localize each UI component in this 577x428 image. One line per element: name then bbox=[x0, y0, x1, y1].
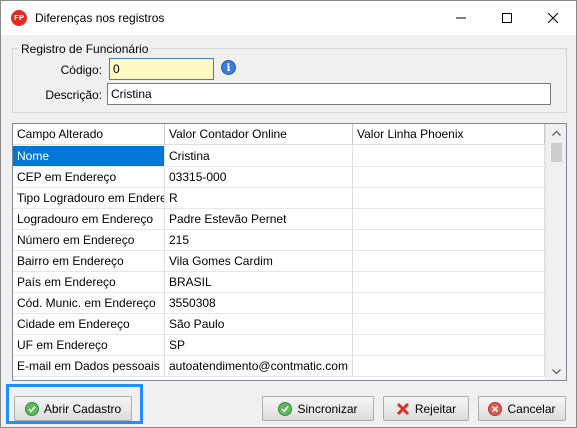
cancel-circle-icon bbox=[488, 401, 503, 416]
check-circle-icon bbox=[278, 401, 293, 416]
table-cell[interactable]: 3550308 bbox=[165, 293, 353, 313]
codigo-label: Código: bbox=[60, 63, 102, 77]
grid-header: Campo Alterado Valor Contador Online Val… bbox=[13, 124, 545, 145]
maximize-button[interactable] bbox=[484, 1, 530, 35]
table-cell[interactable]: 215 bbox=[165, 230, 353, 250]
abrir-cadastro-label: Abrir Cadastro bbox=[43, 401, 122, 416]
table-row[interactable]: Tipo Logradouro em Endere R bbox=[13, 188, 545, 209]
table-cell[interactable] bbox=[353, 293, 545, 313]
table-cell[interactable]: BRASIL bbox=[165, 272, 353, 292]
sincronizar-button[interactable]: Sincronizar bbox=[262, 396, 374, 421]
table-cell[interactable] bbox=[353, 146, 545, 166]
table-row[interactable]: Nome Cristina bbox=[13, 146, 545, 167]
table-cell[interactable] bbox=[353, 209, 545, 229]
table-cell[interactable]: Cristina bbox=[165, 146, 353, 166]
table-cell[interactable]: Cidade em Endereço bbox=[13, 314, 165, 334]
close-icon bbox=[548, 13, 558, 23]
red-x-icon bbox=[396, 402, 410, 416]
table-row[interactable]: Bairro em Endereço Vila Gomes Cardim bbox=[13, 251, 545, 272]
table-cell[interactable]: SP bbox=[165, 335, 353, 355]
table-cell[interactable]: CEP em Endereço bbox=[13, 167, 165, 187]
chevron-down-icon bbox=[552, 368, 561, 374]
table-cell[interactable] bbox=[353, 251, 545, 271]
descricao-field[interactable]: Cristina bbox=[107, 83, 551, 105]
maximize-icon bbox=[502, 13, 512, 23]
table-cell[interactable]: São Paulo bbox=[165, 314, 353, 334]
table-cell[interactable]: 03315-000 bbox=[165, 167, 353, 187]
table-row[interactable]: Cidade em Endereço São Paulo bbox=[13, 314, 545, 335]
table-row[interactable]: Logradouro em Endereço Padre Estevão Pern… bbox=[13, 209, 545, 230]
table-row[interactable]: País em Endereço BRASIL bbox=[13, 272, 545, 293]
scroll-down-button[interactable] bbox=[546, 363, 566, 380]
close-button[interactable] bbox=[530, 1, 576, 35]
sincronizar-label: Sincronizar bbox=[297, 401, 358, 416]
title-bar[interactable]: FP Diferenças nos registros bbox=[1, 1, 576, 35]
rejeitar-label: Rejeitar bbox=[414, 401, 457, 416]
minimize-icon bbox=[456, 17, 466, 19]
table-cell[interactable] bbox=[353, 335, 545, 355]
table-cell[interactable]: Tipo Logradouro em Endere bbox=[13, 188, 165, 208]
window-title: Diferenças nos registros bbox=[35, 11, 165, 25]
table-cell[interactable]: autoatendimento@contmatic.com bbox=[165, 356, 353, 376]
scroll-up-button[interactable] bbox=[546, 124, 566, 141]
table-cell[interactable]: E-mail em Dados pessoais bbox=[13, 356, 165, 376]
table-cell[interactable]: Número em Endereço bbox=[13, 230, 165, 250]
minimize-button[interactable] bbox=[438, 1, 484, 35]
table-cell[interactable]: Bairro em Endereço bbox=[13, 251, 165, 271]
column-header-phoenix[interactable]: Valor Linha Phoenix bbox=[353, 124, 545, 145]
rejeitar-button[interactable]: Rejeitar bbox=[383, 396, 469, 421]
abrir-cadastro-button[interactable]: Abrir Cadastro bbox=[14, 396, 132, 421]
table-cell[interactable]: Nome bbox=[13, 146, 165, 166]
table-cell[interactable]: Vila Gomes Cardim bbox=[165, 251, 353, 271]
cancelar-label: Cancelar bbox=[507, 401, 556, 416]
column-header-campo[interactable]: Campo Alterado bbox=[13, 124, 165, 145]
table-cell[interactable]: Logradouro em Endereço bbox=[13, 209, 165, 229]
dialog-window: FP Diferenças nos registros Registro de … bbox=[0, 0, 577, 428]
table-cell[interactable]: País em Endereço bbox=[13, 272, 165, 292]
column-header-contador[interactable]: Valor Contador Online bbox=[165, 124, 353, 145]
table-row[interactable]: CEP em Endereço 03315-000 bbox=[13, 167, 545, 188]
grid-body: Nome Cristina CEP em Endereço 03315-000 Tipo… bbox=[13, 146, 545, 377]
table-row[interactable]: Número em Endereço 215 bbox=[13, 230, 545, 251]
table-cell[interactable] bbox=[353, 356, 545, 376]
chevron-up-icon bbox=[552, 130, 561, 136]
table-row[interactable]: UF em Endereço SP bbox=[13, 335, 545, 356]
table-cell[interactable]: Padre Estevão Pernet bbox=[165, 209, 353, 229]
table-cell[interactable] bbox=[353, 314, 545, 334]
table-cell[interactable]: Cód. Munic. em Endereço bbox=[13, 293, 165, 313]
cancelar-button[interactable]: Cancelar bbox=[478, 396, 566, 421]
descricao-label: Descrição: bbox=[45, 88, 102, 102]
differences-grid[interactable]: Campo Alterado Valor Contador Online Val… bbox=[12, 123, 567, 381]
scroll-thumb[interactable] bbox=[551, 143, 562, 162]
table-cell[interactable] bbox=[353, 230, 545, 250]
group-legend: Registro de Funcionário bbox=[18, 42, 152, 56]
app-logo-icon: FP bbox=[11, 10, 27, 26]
table-cell[interactable] bbox=[353, 167, 545, 187]
table-cell[interactable] bbox=[353, 272, 545, 292]
table-cell[interactable]: UF em Endereço bbox=[13, 335, 165, 355]
table-row[interactable]: Cód. Munic. em Endereço 3550308 bbox=[13, 293, 545, 314]
vertical-scrollbar[interactable] bbox=[545, 124, 566, 380]
table-row[interactable]: E-mail em Dados pessoais autoatendimento@… bbox=[13, 356, 545, 377]
info-icon[interactable]: i bbox=[221, 60, 236, 75]
table-cell[interactable]: R bbox=[165, 188, 353, 208]
table-cell[interactable] bbox=[353, 188, 545, 208]
check-circle-icon bbox=[24, 401, 39, 416]
codigo-field[interactable]: 0 bbox=[109, 58, 214, 80]
